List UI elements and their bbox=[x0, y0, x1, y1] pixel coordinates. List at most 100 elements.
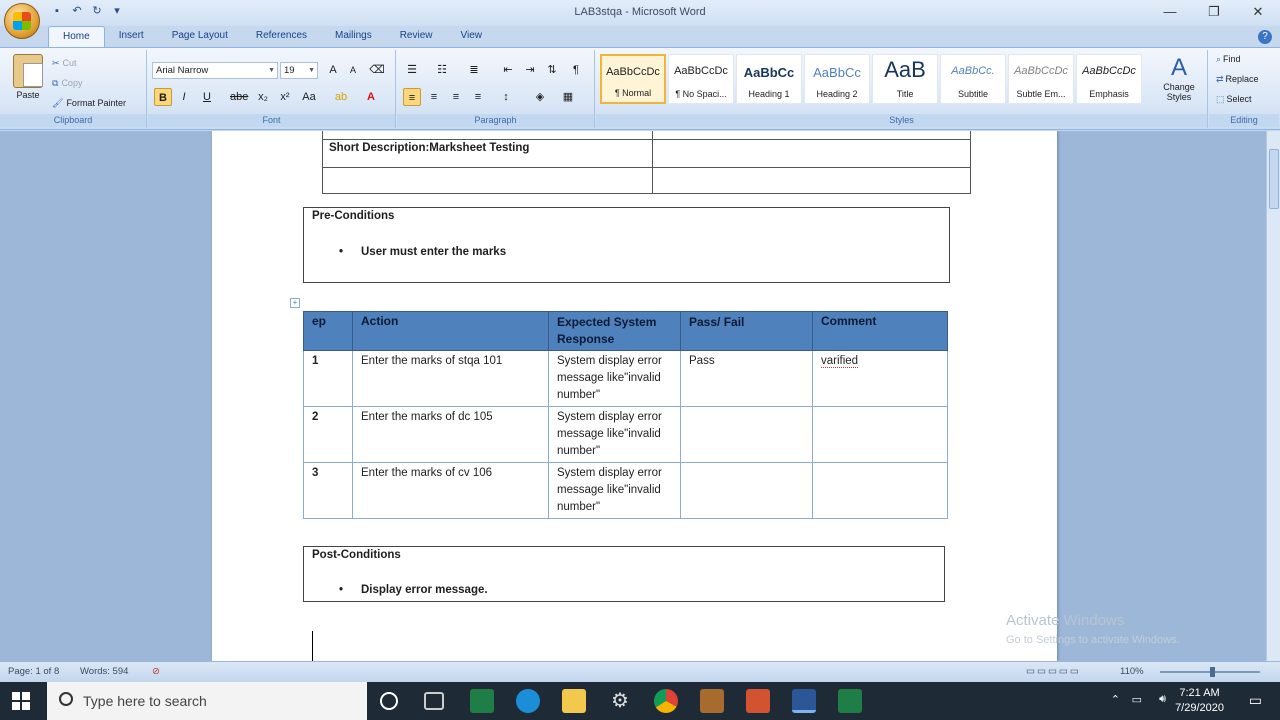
office-button[interactable] bbox=[4, 3, 40, 39]
table-move-handle-icon[interactable]: + bbox=[290, 298, 300, 308]
title-bar: ▪ ↶ ↻ ▾ LAB3stqa - Microsoft Word — ❐ ✕ bbox=[0, 0, 1280, 26]
zoom-slider-knob[interactable] bbox=[1210, 667, 1215, 677]
proofing-icon[interactable]: ⊘ bbox=[152, 666, 160, 677]
borders-icon[interactable]: ▦ bbox=[559, 88, 577, 106]
style-subtle-emphasis[interactable]: AaBbCcDc Subtle Em... bbox=[1008, 54, 1074, 104]
help-icon[interactable]: ? bbox=[1258, 30, 1272, 44]
align-left-icon[interactable]: ≡ bbox=[403, 88, 421, 106]
office-logo-icon bbox=[13, 12, 31, 30]
line-spacing-icon[interactable]: ↕ bbox=[497, 88, 515, 106]
powerpoint-icon[interactable] bbox=[746, 689, 770, 713]
close-button[interactable]: ✕ bbox=[1236, 0, 1280, 24]
style-heading-1[interactable]: AaBbCc Heading 1 bbox=[736, 54, 802, 104]
format-painter-button[interactable]: 🖌 Format Painter bbox=[52, 98, 126, 109]
word-icon[interactable] bbox=[792, 689, 816, 713]
clear-format-icon[interactable]: ⌫ bbox=[368, 61, 386, 79]
file-explorer-icon[interactable] bbox=[562, 689, 586, 713]
brush-icon: 🖌 bbox=[52, 98, 64, 108]
font-size-select[interactable]: 19 ▼ bbox=[280, 62, 318, 79]
preconditions-box[interactable]: Pre-Conditions User must enter the marks bbox=[303, 207, 950, 283]
word-count[interactable]: Words: 594 bbox=[80, 666, 128, 677]
test-case-table: ep Action Expected System Response Pass/… bbox=[303, 311, 948, 519]
change-case-button[interactable]: Aa bbox=[300, 88, 318, 106]
copy-button[interactable]: ⧉ Copy bbox=[52, 78, 82, 89]
bold-button[interactable]: B bbox=[154, 88, 172, 106]
excel-icon[interactable] bbox=[470, 689, 494, 713]
strikethrough-button[interactable]: abe bbox=[230, 88, 248, 106]
network-icon[interactable]: ▭ bbox=[1132, 693, 1142, 706]
paste-icon bbox=[13, 54, 43, 88]
tray-chevron-icon[interactable]: ⌃ bbox=[1111, 693, 1120, 706]
sort-icon[interactable]: ⇅ bbox=[543, 61, 561, 79]
style-heading-2[interactable]: AaBbCc Heading 2 bbox=[804, 54, 870, 104]
task-view-icon[interactable] bbox=[424, 692, 444, 710]
multilevel-list-icon[interactable]: ≣ bbox=[465, 61, 483, 79]
tab-mailings[interactable]: Mailings bbox=[321, 26, 386, 48]
postconditions-box[interactable]: Post-Conditions Display error message. bbox=[303, 546, 945, 602]
tab-insert[interactable]: Insert bbox=[105, 26, 158, 48]
settings-icon[interactable]: ⚙ bbox=[608, 689, 632, 713]
ribbon-tabs: Home Insert Page Layout References Maili… bbox=[48, 26, 496, 48]
document-area[interactable]: Short Description:Marksheet Testing Pre-… bbox=[0, 131, 1266, 661]
underline-button[interactable]: U bbox=[198, 88, 216, 106]
highlight-icon[interactable]: ab bbox=[332, 88, 350, 106]
notifications-icon[interactable]: ▭ bbox=[1249, 692, 1262, 709]
style-normal[interactable]: AaBbCcDc ¶ Normal bbox=[600, 54, 666, 104]
style-no-spacing[interactable]: AaBbCcDc ¶ No Spaci... bbox=[668, 54, 734, 104]
cortana-icon[interactable] bbox=[380, 692, 398, 710]
restore-button[interactable]: ❐ bbox=[1192, 0, 1236, 24]
align-center-icon[interactable]: ≡ bbox=[425, 88, 443, 106]
app-icon[interactable] bbox=[700, 689, 724, 713]
numbering-icon[interactable]: ☷ bbox=[433, 61, 451, 79]
scrollbar-thumb[interactable] bbox=[1269, 149, 1279, 209]
grow-font-button[interactable]: A bbox=[324, 61, 342, 79]
document-page[interactable]: Short Description:Marksheet Testing Pre-… bbox=[212, 131, 1057, 661]
windows-start-icon[interactable] bbox=[12, 692, 30, 710]
tab-references[interactable]: References bbox=[242, 26, 321, 48]
taskbar-search[interactable]: Type here to search bbox=[47, 682, 367, 720]
zoom-level[interactable]: 110% bbox=[1120, 666, 1144, 677]
ribbon: Paste ✂ Cut ⧉ Copy 🖌 Format Painter Clipboa… bbox=[0, 47, 1280, 130]
font-name-select[interactable]: Arial Narrow ▼ bbox=[152, 62, 278, 79]
minimize-button[interactable]: — bbox=[1148, 0, 1192, 24]
style-title[interactable]: AaB Title bbox=[872, 54, 938, 104]
decrease-indent-icon[interactable]: ⇤ bbox=[499, 61, 517, 79]
font-color-icon[interactable]: A bbox=[362, 88, 380, 106]
edge-icon[interactable] bbox=[516, 689, 540, 713]
paste-label: Paste bbox=[16, 90, 40, 100]
clock[interactable]: 7:21 AM 7/29/2020 bbox=[1175, 686, 1224, 716]
subscript-button[interactable]: x₂ bbox=[254, 88, 272, 106]
bullets-icon[interactable]: ☰ bbox=[403, 61, 421, 79]
vertical-scrollbar[interactable] bbox=[1266, 131, 1280, 661]
superscript-button[interactable]: x² bbox=[276, 88, 294, 106]
excel-icon-2[interactable] bbox=[838, 689, 862, 713]
change-styles-button[interactable]: A Change Styles bbox=[1158, 54, 1200, 102]
style-emphasis[interactable]: AaBbCcDc Emphasis bbox=[1076, 54, 1142, 104]
view-buttons-icon[interactable]: ▭▭▭▭▭ bbox=[1026, 666, 1081, 677]
tab-home[interactable]: Home bbox=[48, 26, 105, 48]
cut-button[interactable]: ✂ Cut bbox=[52, 58, 77, 69]
find-button[interactable]: ⌕ Find bbox=[1216, 54, 1241, 65]
italic-button[interactable]: I bbox=[175, 88, 193, 106]
style-subtitle[interactable]: AaBbCc. Subtitle bbox=[940, 54, 1006, 104]
page-count[interactable]: Page: 1 of 8 bbox=[8, 666, 59, 677]
volume-icon[interactable]: 🔊︎ bbox=[1159, 693, 1166, 706]
shrink-font-button[interactable]: A bbox=[344, 61, 362, 79]
status-bar: Page: 1 of 8 Words: 594 ⊘ ▭▭▭▭▭ 110% bbox=[0, 661, 1280, 682]
copy-icon: ⧉ bbox=[52, 78, 59, 88]
tab-page-layout[interactable]: Page Layout bbox=[158, 26, 242, 48]
header-action: Action bbox=[352, 311, 549, 351]
tab-view[interactable]: View bbox=[447, 26, 497, 48]
shading-icon[interactable]: ◈ bbox=[531, 88, 549, 106]
align-right-icon[interactable]: ≡ bbox=[447, 88, 465, 106]
increase-indent-icon[interactable]: ⇥ bbox=[521, 61, 539, 79]
chrome-icon[interactable] bbox=[654, 689, 678, 713]
tab-review[interactable]: Review bbox=[386, 26, 447, 48]
select-button[interactable]: ⬚ Select bbox=[1216, 94, 1252, 105]
justify-icon[interactable]: ≡ bbox=[469, 88, 487, 106]
header-expected: Expected System Response bbox=[548, 311, 681, 351]
show-formatting-icon[interactable]: ¶ bbox=[567, 61, 585, 79]
short-description-cell[interactable]: Short Description:Marksheet Testing bbox=[322, 139, 653, 168]
paste-button[interactable]: Paste bbox=[8, 54, 48, 100]
replace-button[interactable]: ⇄ Replace bbox=[1216, 74, 1259, 85]
